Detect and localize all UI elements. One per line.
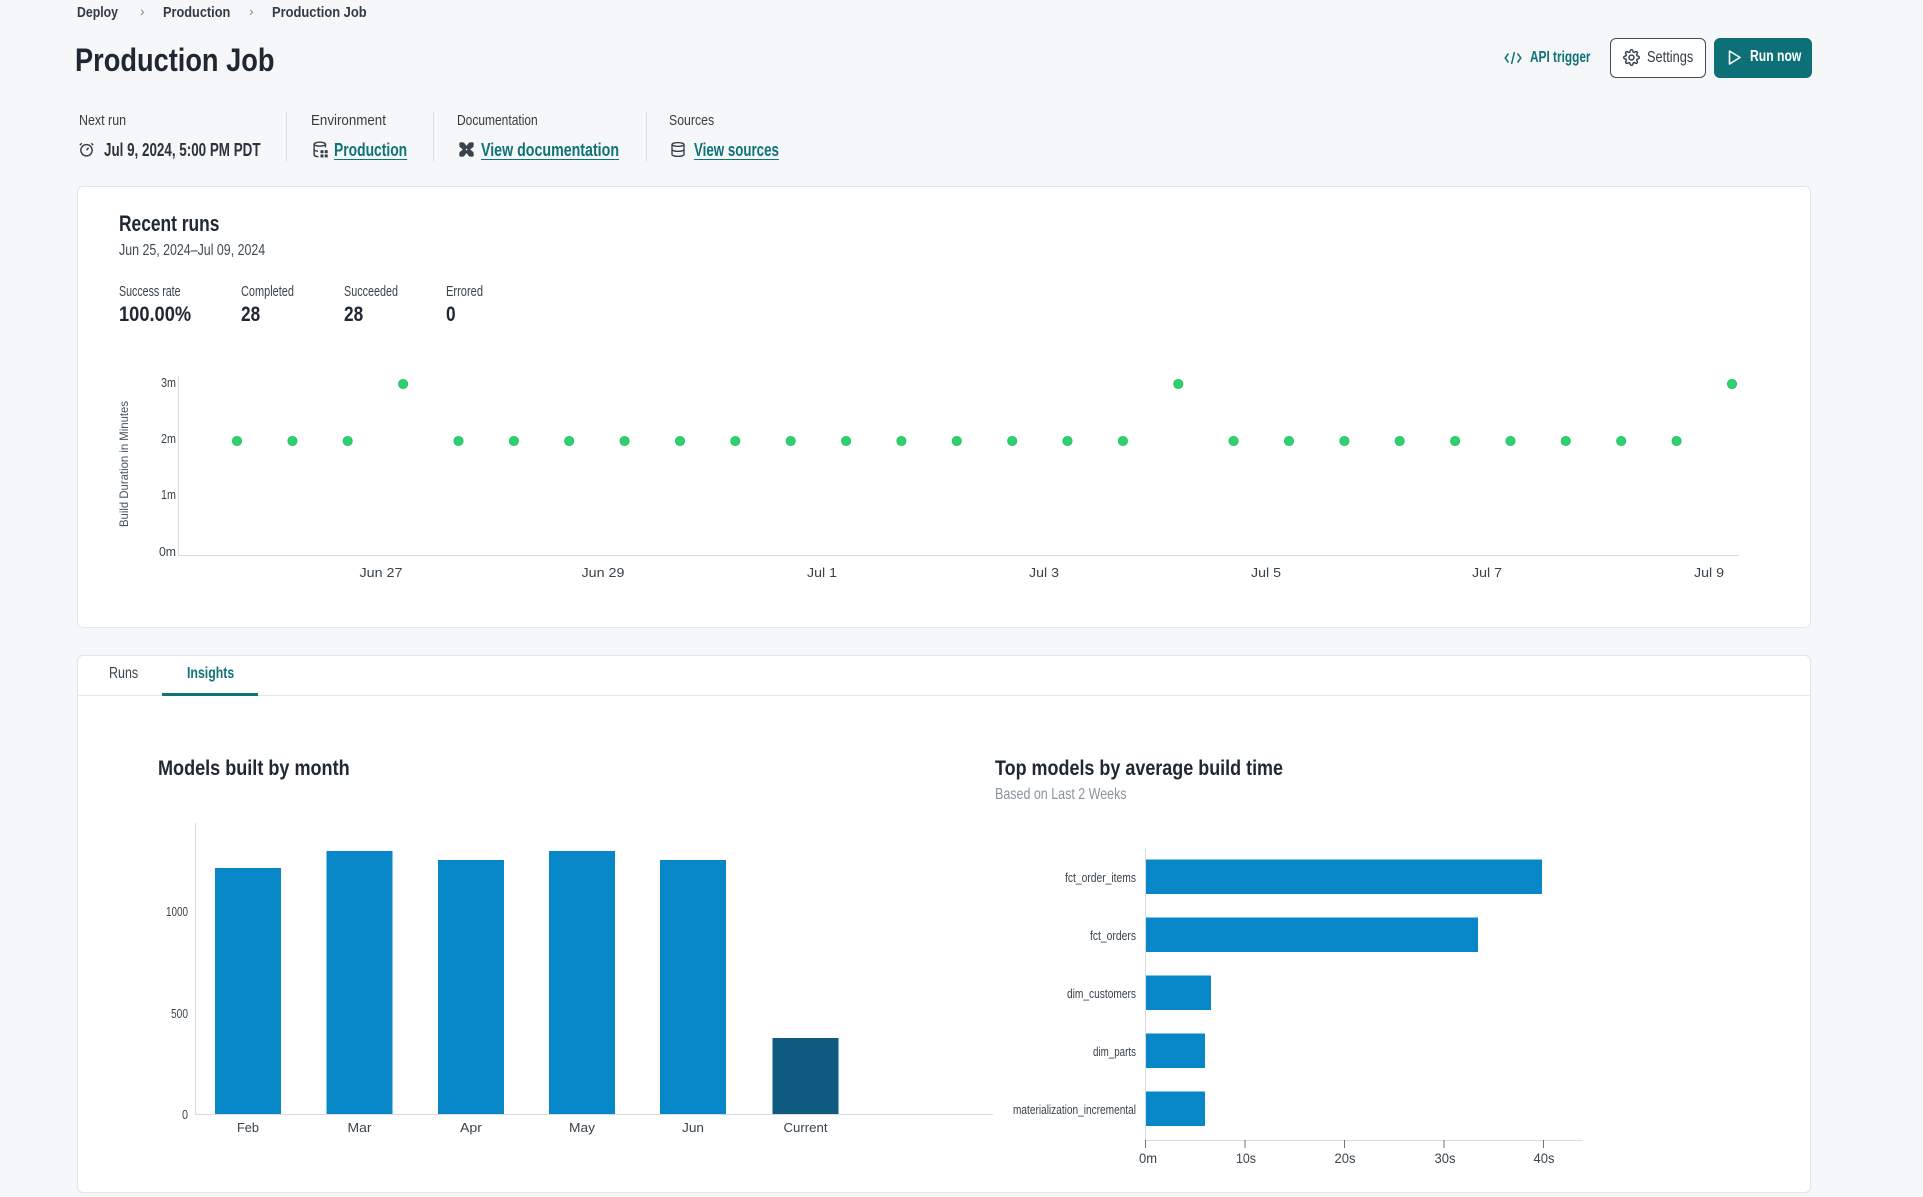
svg-text:500: 500 (171, 1006, 188, 1021)
svg-text:Build Duration in Minutes: Build Duration in Minutes (117, 401, 131, 527)
svg-text:Jun 27: Jun 27 (360, 565, 403, 580)
svg-text:40s: 40s (1534, 1150, 1555, 1166)
svg-text:Feb: Feb (237, 1120, 259, 1135)
svg-text:1000: 1000 (166, 904, 188, 919)
svg-text:Jul 1: Jul 1 (807, 565, 837, 580)
svg-text:0: 0 (182, 1107, 188, 1122)
svg-text:May: May (569, 1120, 596, 1135)
svg-text:1m: 1m (161, 487, 176, 502)
svg-text:fct_order_items: fct_order_items (1065, 870, 1136, 885)
svg-text:Jul 7: Jul 7 (1472, 565, 1502, 580)
svg-text:dim_parts: dim_parts (1093, 1044, 1136, 1059)
svg-text:30s: 30s (1435, 1150, 1456, 1166)
svg-text:Apr: Apr (460, 1120, 483, 1135)
svg-text:Jun: Jun (682, 1120, 704, 1135)
svg-text:Current: Current (784, 1120, 828, 1135)
svg-text:materialization_incremental: materialization_incremental (1013, 1102, 1136, 1117)
svg-text:Mar: Mar (348, 1120, 373, 1135)
svg-text:3m: 3m (161, 375, 176, 390)
svg-text:10s: 10s (1236, 1150, 1256, 1166)
svg-text:2m: 2m (161, 431, 176, 446)
svg-text:Jul 3: Jul 3 (1029, 565, 1059, 580)
svg-text:Jul 9: Jul 9 (1694, 565, 1724, 580)
svg-text:Jul 5: Jul 5 (1251, 565, 1281, 580)
svg-text:dim_customers: dim_customers (1067, 986, 1136, 1001)
svg-text:0m: 0m (1139, 1150, 1157, 1166)
svg-text:Jun 29: Jun 29 (582, 565, 625, 580)
svg-text:0m: 0m (159, 544, 176, 559)
svg-text:fct_orders: fct_orders (1090, 928, 1136, 943)
svg-text:20s: 20s (1335, 1150, 1356, 1166)
